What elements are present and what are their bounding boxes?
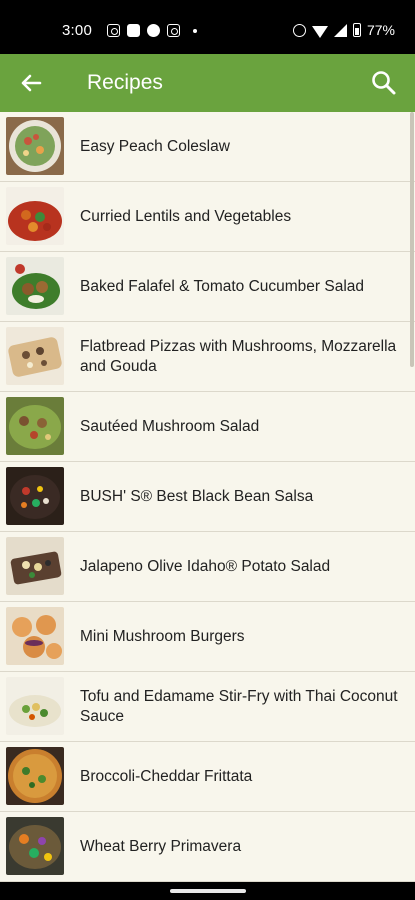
- recipe-thumbnail: [6, 187, 64, 245]
- list-item[interactable]: Tofu and Edamame Stir-Fry with Thai Coco…: [0, 672, 415, 742]
- flipboard-icon: [127, 24, 140, 37]
- recipe-thumbnail: [6, 397, 64, 455]
- recipe-thumbnail: [6, 677, 64, 735]
- search-button[interactable]: [369, 68, 399, 98]
- back-button[interactable]: [16, 68, 46, 98]
- battery-icon: [352, 23, 361, 37]
- recipe-title: Easy Peach Coleslaw: [80, 137, 230, 155]
- app-bar: Recipes: [0, 54, 415, 112]
- list-item[interactable]: Wheat Berry Primavera: [0, 812, 415, 882]
- list-item[interactable]: Easy Peach Coleslaw: [0, 112, 415, 182]
- list-item[interactable]: Mini Mushroom Burgers: [0, 602, 415, 672]
- list-item[interactable]: Curried Lentils and Vegetables: [0, 182, 415, 252]
- search-icon: [372, 71, 396, 95]
- status-bar: 3:00 77%: [0, 0, 415, 54]
- recipe-title: BUSH' S® Best Black Bean Salsa: [80, 487, 314, 505]
- list-item[interactable]: Flatbread Pizzas with Mushrooms, Mozzare…: [0, 322, 415, 392]
- recipe-thumbnail: [6, 467, 64, 525]
- recipe-thumbnail: [6, 607, 64, 665]
- list-item[interactable]: BUSH' S® Best Black Bean Salsa: [0, 462, 415, 532]
- page-title: Recipes: [87, 71, 163, 94]
- recipe-thumbnail: [6, 257, 64, 315]
- recipe-title: Baked Falafel & Tomato Cucumber Salad: [80, 277, 365, 295]
- signal-icon: [333, 23, 347, 37]
- facebook-icon: [147, 24, 160, 37]
- scrollbar[interactable]: [410, 112, 414, 367]
- list-item[interactable]: Broccoli-Cheddar Frittata: [0, 742, 415, 812]
- notification-icons: [107, 24, 197, 37]
- instagram-icon: [167, 24, 180, 37]
- status-time: 3:00: [62, 22, 92, 39]
- recipe-title: Mini Mushroom Burgers: [80, 627, 245, 645]
- recipe-list[interactable]: Easy Peach Coleslaw Curried Lentils and V…: [0, 112, 415, 882]
- wifi-icon: [311, 25, 328, 38]
- recipe-thumbnail: [6, 817, 64, 875]
- recipe-title: Broccoli-Cheddar Frittata: [80, 767, 253, 785]
- battery-percent: 77%: [366, 22, 395, 38]
- recipe-title: Curried Lentils and Vegetables: [80, 207, 292, 225]
- dot-icon: [193, 28, 197, 33]
- arrow-left-icon: [21, 74, 42, 92]
- recipe-thumbnail: [6, 747, 64, 805]
- instagram-icon: [107, 24, 120, 37]
- recipe-thumbnail: [6, 537, 64, 595]
- recipe-title: Tofu and Edamame Stir-Fry with Thai Coco…: [80, 687, 398, 725]
- home-gesture-bar[interactable]: [170, 889, 246, 893]
- recipe-title: Wheat Berry Primavera: [80, 837, 242, 855]
- recipe-thumbnail: [6, 117, 64, 175]
- alarm-icon: [292, 23, 306, 37]
- navigation-bar: [0, 882, 415, 900]
- system-icons: 77%: [292, 22, 395, 38]
- list-item[interactable]: Jalapeno Olive Idaho® Potato Salad: [0, 532, 415, 602]
- recipe-title: Flatbread Pizzas with Mushrooms, Mozzare…: [80, 337, 397, 375]
- recipe-thumbnail: [6, 327, 64, 385]
- list-item[interactable]: Baked Falafel & Tomato Cucumber Salad: [0, 252, 415, 322]
- recipe-title: Sautéed Mushroom Salad: [80, 417, 260, 435]
- recipe-title: Jalapeno Olive Idaho® Potato Salad: [80, 557, 331, 575]
- list-item[interactable]: Sautéed Mushroom Salad: [0, 392, 415, 462]
